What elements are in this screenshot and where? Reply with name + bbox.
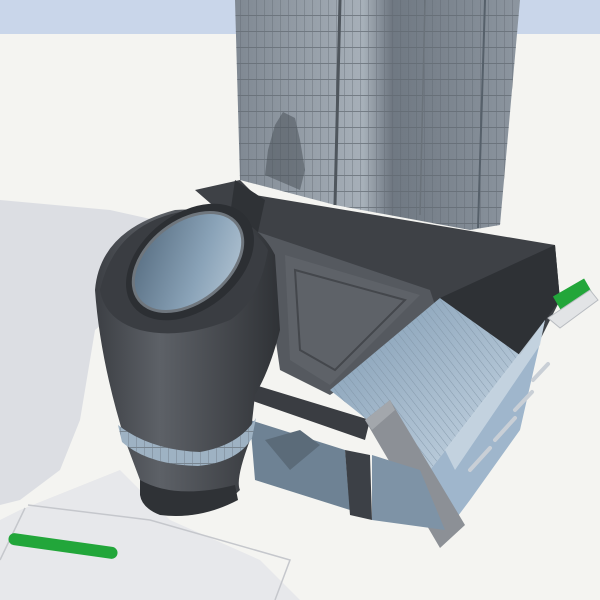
architectural-render xyxy=(0,0,600,600)
